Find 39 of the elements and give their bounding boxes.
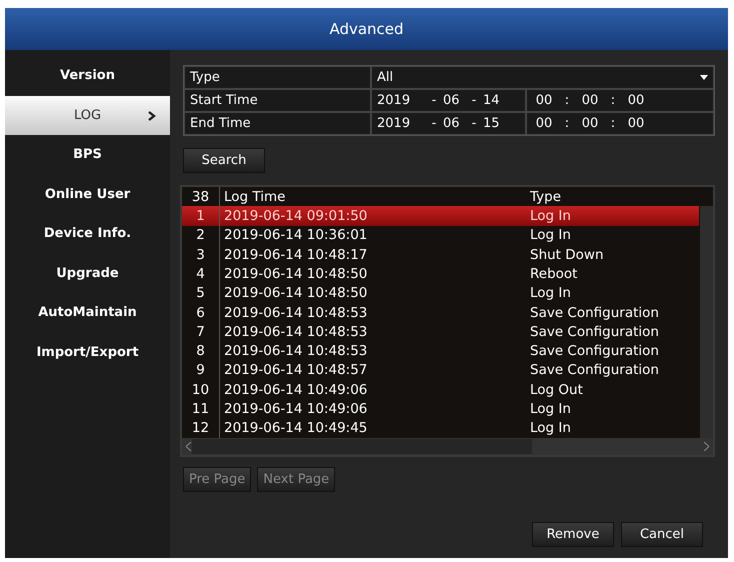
- log-row[interactable]: 7 2019-06-14 10:48:53 Save Configuration: [182, 322, 699, 342]
- log-row[interactable]: 5 2019-06-14 10:48:50 Log In: [182, 284, 699, 303]
- column-header: Type: [529, 188, 562, 205]
- type-dropdown[interactable]: All: [371, 66, 714, 89]
- remove-button[interactable]: Remove: [532, 522, 614, 547]
- window-title: Advanced: [5, 8, 728, 50]
- sidebar-item[interactable]: BPS: [5, 135, 170, 174]
- horizontal-scrollbar[interactable]: [182, 438, 713, 455]
- date-field[interactable]: 2019 - 06 - 14: [371, 89, 526, 112]
- column-header: Log Time: [223, 188, 286, 205]
- sidebar-item[interactable]: AutoMaintain: [5, 293, 170, 332]
- log-row[interactable]: 1 2019-06-14 09:01:50 Log In: [182, 206, 699, 226]
- log-row[interactable]: 3 2019-06-14 10:48:17 Shut Down: [182, 244, 699, 264]
- field-label: Start Time: [184, 89, 371, 112]
- field-label: Type: [184, 66, 371, 89]
- sidebar-item[interactable]: LOG: [5, 96, 170, 135]
- sidebar-item[interactable]: Online User: [5, 174, 170, 214]
- sidebar-item[interactable]: Upgrade: [5, 254, 170, 293]
- dropdown-arrow-icon: [700, 75, 708, 80]
- time-field[interactable]: 00 : 00 : 00: [526, 112, 714, 135]
- field-label: End Time: [184, 112, 371, 135]
- chevron-right-icon: [148, 110, 156, 120]
- scroll-left-icon: [186, 442, 192, 452]
- vertical-scrollbar[interactable]: [700, 206, 713, 438]
- log-row[interactable]: 4 2019-06-14 10:48:50 Reboot: [182, 264, 699, 284]
- scroll-right-icon: [703, 442, 709, 452]
- sidebar-item[interactable]: Import/Export: [5, 332, 170, 372]
- time-field[interactable]: 00 : 00 : 00: [526, 89, 714, 112]
- cancel-button[interactable]: Cancel: [621, 522, 703, 547]
- sidebar-item[interactable]: Device Info.: [5, 214, 170, 254]
- log-row[interactable]: 8 2019-06-14 10:48:53 Save Configuration: [182, 342, 699, 361]
- log-row[interactable]: 9 2019-06-14 10:48:57 Save Configuration: [182, 360, 699, 380]
- search-button[interactable]: Search: [183, 148, 265, 173]
- log-row[interactable]: 11 2019-06-14 10:49:06 Log In: [182, 399, 699, 419]
- log-row[interactable]: 10 2019-06-14 10:49:06 Log Out: [182, 380, 699, 400]
- sidebar-item[interactable]: Version: [5, 56, 170, 96]
- log-row[interactable]: 6 2019-06-14 10:48:53 Save Configuration: [182, 302, 699, 322]
- date-field[interactable]: 2019 - 06 - 15: [371, 112, 526, 135]
- log-row[interactable]: 2 2019-06-14 10:36:01 Log In: [182, 226, 699, 245]
